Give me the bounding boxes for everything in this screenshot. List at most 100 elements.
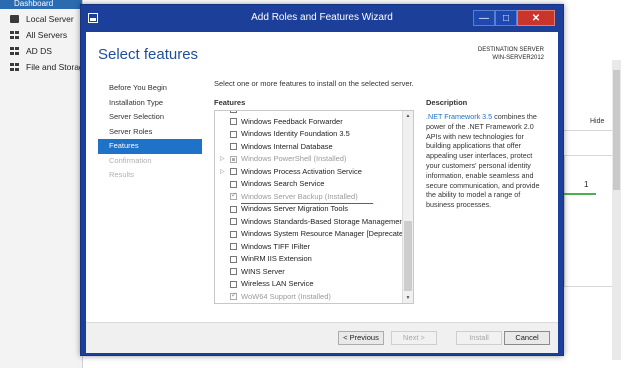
expand-icon[interactable]: ▷ bbox=[220, 153, 225, 166]
sidebar-item-ad-ds[interactable]: AD DS bbox=[0, 43, 82, 59]
feature-row[interactable]: Windows Search Service bbox=[215, 178, 403, 191]
feature-label: Windows Process Activation Service bbox=[241, 166, 362, 176]
next-button[interactable]: Next > bbox=[391, 331, 437, 345]
feature-label: WINS Server bbox=[241, 266, 285, 276]
feature-checkbox[interactable] bbox=[230, 255, 237, 263]
feature-label: Windows Server Migration Tools bbox=[241, 204, 348, 213]
feature-row[interactable]: WoW64 Support (Installed) bbox=[215, 291, 403, 304]
nav-item-results: Results bbox=[109, 170, 135, 179]
sidebar-item-label: File and Storage Services bbox=[26, 62, 82, 72]
sidebar-item-label: All Servers bbox=[26, 30, 68, 40]
feature-checkbox[interactable] bbox=[230, 155, 237, 163]
feature-checkbox[interactable] bbox=[230, 118, 237, 125]
instruction-text: Select one or more features to install o… bbox=[214, 79, 414, 88]
wizard-client-area: Select features DESTINATION SERVER WIN-S… bbox=[86, 32, 558, 353]
feature-checkbox[interactable] bbox=[230, 205, 237, 213]
feature-checkbox[interactable] bbox=[230, 230, 237, 238]
feature-row[interactable]: WINS Server bbox=[215, 266, 403, 279]
sidebar-item-dashboard[interactable]: Dashboard bbox=[0, 0, 82, 9]
dashboard-tile bbox=[564, 155, 618, 287]
page-title: Select features bbox=[98, 46, 199, 63]
destination-server: DESTINATION SERVER WIN-SERVER2012 bbox=[478, 46, 544, 62]
feature-row[interactable]: Wireless LAN Service bbox=[215, 278, 403, 291]
feature-row[interactable]: WinRM IIS Extension bbox=[215, 253, 403, 266]
feature-label: Windows Search Service bbox=[241, 179, 325, 188]
maximize-button[interactable]: □ bbox=[495, 10, 517, 26]
feature-checkbox[interactable] bbox=[230, 291, 237, 301]
feature-checkbox[interactable] bbox=[230, 111, 237, 113]
nav-item-server-roles[interactable]: Server Roles bbox=[98, 125, 202, 140]
feature-description: .NET Framework 3.5 combines the power of… bbox=[426, 112, 548, 210]
feature-row[interactable]: ▷ Windows Process Activation Service bbox=[215, 166, 403, 179]
nav-item-installation-type[interactable]: Installation Type bbox=[98, 96, 202, 111]
scroll-down-icon[interactable]: ▼ bbox=[403, 293, 413, 303]
feature-row[interactable]: Windows Standards-Based Storage Manageme… bbox=[215, 216, 406, 229]
nav-item-features[interactable]: Features bbox=[98, 139, 202, 154]
feature-row[interactable]: Windows System Resource Manager [Depreca… bbox=[215, 228, 409, 241]
cancel-button[interactable]: Cancel bbox=[504, 331, 550, 345]
feature-checkbox[interactable] bbox=[230, 280, 237, 288]
feature-label: Wireless LAN Service bbox=[241, 279, 314, 288]
feature-checkbox[interactable] bbox=[230, 268, 237, 275]
install-button[interactable]: Install bbox=[456, 331, 502, 345]
hide-link[interactable]: Hide bbox=[590, 118, 604, 125]
status-bar-green bbox=[562, 193, 596, 195]
feature-row[interactable]: Windows Server Migration Tools bbox=[215, 203, 403, 216]
wizard-footer: < Previous Next > Install Cancel bbox=[86, 322, 558, 353]
feature-checkbox[interactable] bbox=[230, 143, 237, 150]
feature-row[interactable]: Windows Server Backup (Installed) bbox=[215, 191, 403, 204]
feature-label: Windows Standards-Based Storage Manageme… bbox=[241, 216, 406, 226]
feature-row[interactable]: Windows TIFF IFilter bbox=[215, 241, 403, 254]
feature-label: Windows Server Backup (Installed) bbox=[241, 191, 358, 201]
feature-label: Windows Identity Foundation 3.5 bbox=[241, 129, 350, 138]
previous-button[interactable]: < Previous bbox=[338, 331, 384, 345]
feature-row[interactable]: Windows Internal Database bbox=[215, 141, 403, 154]
server-icon bbox=[10, 15, 19, 23]
feature-row[interactable]: Windows Feedback Forwarder bbox=[215, 116, 403, 129]
feature-label: Windows Internal Database bbox=[241, 141, 333, 151]
ad-ds-icon bbox=[10, 47, 19, 55]
server-manager-scrollbar[interactable] bbox=[612, 60, 621, 360]
scroll-up-icon[interactable]: ▲ bbox=[403, 111, 413, 121]
sidebar-item-local-server[interactable]: Local Server bbox=[0, 11, 82, 27]
tile-count: 1 bbox=[584, 180, 589, 189]
close-button[interactable]: ✕ bbox=[517, 10, 555, 26]
sidebar-item-file-storage[interactable]: File and Storage Services bbox=[0, 59, 82, 75]
feature-label: Windows TIFF IFilter bbox=[241, 241, 311, 251]
destination-server-name: WIN-SERVER2012 bbox=[492, 55, 544, 61]
nav-item-server-selection[interactable]: Server Selection bbox=[98, 110, 202, 125]
servers-grid-icon bbox=[10, 31, 19, 39]
feature-label: Windows System Resource Manager [Depreca… bbox=[241, 229, 410, 238]
scrollbar-thumb[interactable] bbox=[404, 221, 412, 291]
description-link[interactable]: .NET Framework 3.5 bbox=[426, 112, 492, 121]
nav-item-confirmation: Confirmation bbox=[109, 155, 152, 165]
description-header: Description bbox=[426, 98, 468, 107]
feature-label: WoW64 Support (Installed) bbox=[241, 291, 331, 301]
nav-item-before-you-begin[interactable]: Before You Begin bbox=[98, 81, 202, 96]
divider bbox=[560, 130, 620, 131]
feature-checkbox[interactable] bbox=[230, 168, 237, 175]
server-manager-sidebar: Dashboard Local Server All Servers AD DS… bbox=[0, 0, 83, 368]
sidebar-item-label: Local Server bbox=[26, 14, 74, 24]
add-roles-wizard-window: Add Roles and Features Wizard — □ ✕ Sele… bbox=[80, 4, 564, 356]
feature-checkbox[interactable] bbox=[230, 243, 237, 250]
features-list[interactable]: Windows Biometric FrameworkWindows Feedb… bbox=[214, 110, 414, 304]
feature-label: WinRM IIS Extension bbox=[241, 254, 312, 263]
feature-checkbox[interactable] bbox=[230, 191, 237, 201]
wizard-titlebar[interactable]: Add Roles and Features Wizard — □ ✕ bbox=[81, 5, 563, 32]
features-scrollbar[interactable]: ▲ ▼ bbox=[402, 111, 413, 303]
expand-icon[interactable]: ▷ bbox=[220, 166, 225, 179]
feature-row[interactable]: Windows Identity Foundation 3.5 bbox=[215, 128, 403, 141]
sidebar-item-all-servers[interactable]: All Servers bbox=[0, 27, 82, 43]
sidebar-item-label: AD DS bbox=[26, 46, 52, 56]
feature-label: Windows Feedback Forwarder bbox=[241, 116, 343, 126]
feature-checkbox[interactable] bbox=[230, 130, 237, 138]
feature-checkbox[interactable] bbox=[230, 180, 237, 188]
file-storage-icon bbox=[10, 63, 19, 71]
feature-checkbox[interactable] bbox=[230, 218, 237, 225]
minimize-button[interactable]: — bbox=[473, 10, 495, 26]
description-body: combines the power of the .NET Framework… bbox=[426, 112, 540, 210]
scrollbar-thumb[interactable] bbox=[613, 70, 620, 190]
destination-label: DESTINATION SERVER bbox=[477, 47, 544, 53]
feature-row[interactable]: ▷ Windows PowerShell (Installed) bbox=[215, 153, 403, 166]
